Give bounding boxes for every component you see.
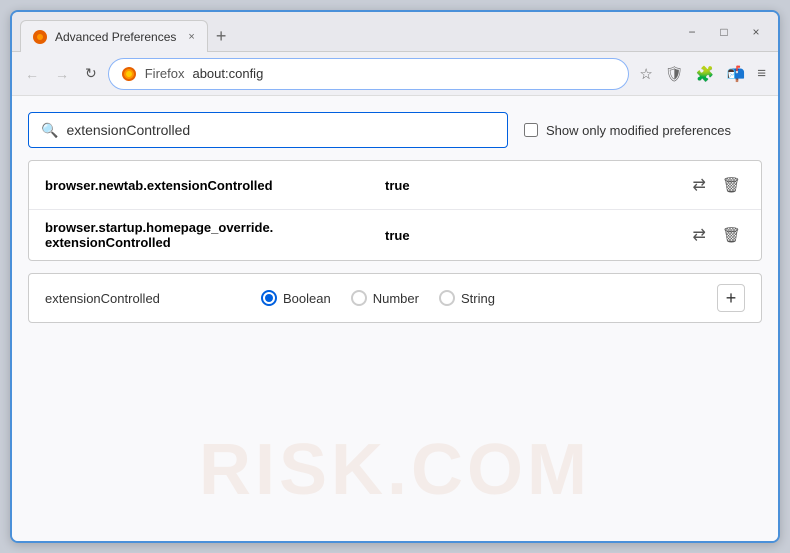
- address-bar[interactable]: Firefox about:config: [108, 58, 630, 90]
- pref-name-1: browser.newtab.extensionControlled: [45, 178, 385, 193]
- swap-icon: ⇄: [693, 225, 706, 245]
- browser-label: Firefox: [145, 66, 185, 81]
- row-actions-2: ⇄ 🗑: [689, 221, 745, 249]
- add-preference-button[interactable]: +: [717, 284, 745, 312]
- radio-boolean-circle: [261, 290, 277, 306]
- radio-string[interactable]: String: [439, 290, 495, 306]
- search-input[interactable]: [66, 122, 495, 138]
- menu-button[interactable]: ≡: [753, 61, 770, 86]
- back-button[interactable]: ←: [20, 61, 44, 87]
- trash-icon: 🗑: [722, 176, 741, 194]
- pref-value-2: true: [385, 228, 689, 243]
- nav-bar: ← → ↻ Firefox about:config ☆ 🛡 🧩 📬: [12, 52, 778, 96]
- page-content: RISK.COM 🔍 Show only modified preference…: [12, 96, 778, 541]
- window-controls: − □ ×: [678, 18, 770, 46]
- firefox-icon-small: [35, 32, 45, 42]
- nav-icons: ☆ 🛡 🧩 📬 ≡: [635, 61, 770, 87]
- search-icon: 🔍: [41, 122, 58, 139]
- radio-number-label: Number: [373, 291, 419, 306]
- sync-button[interactable]: 📬: [723, 61, 750, 87]
- swap-button-2[interactable]: ⇄: [689, 221, 710, 249]
- show-modified-checkbox[interactable]: [524, 123, 538, 137]
- tab-close-button[interactable]: ×: [188, 31, 194, 43]
- radio-string-circle: [439, 290, 455, 306]
- title-bar: Advanced Preferences × + − □ ×: [12, 12, 778, 52]
- shield-button[interactable]: 🛡: [661, 61, 688, 87]
- tab-title: Advanced Preferences: [55, 30, 176, 44]
- firefox-logo-icon: [121, 66, 137, 82]
- watermark: RISK.COM: [199, 429, 591, 511]
- search-section: 🔍 Show only modified preferences: [28, 112, 762, 148]
- forward-button[interactable]: →: [50, 61, 74, 87]
- swap-button-1[interactable]: ⇄: [689, 171, 710, 199]
- row-actions-1: ⇄ 🗑: [689, 171, 745, 199]
- radio-number-circle: [351, 290, 367, 306]
- delete-button-2[interactable]: 🗑: [718, 222, 745, 248]
- minimize-button[interactable]: −: [678, 18, 706, 46]
- radio-boolean[interactable]: Boolean: [261, 290, 331, 306]
- close-button[interactable]: ×: [742, 18, 770, 46]
- tab-favicon: [33, 30, 47, 44]
- new-pref-name: extensionControlled: [45, 291, 245, 306]
- trash-icon: 🗑: [722, 226, 741, 244]
- delete-button-1[interactable]: 🗑: [718, 172, 745, 198]
- table-row[interactable]: browser.startup.homepage_override. exten…: [29, 210, 761, 260]
- preference-search-bar[interactable]: 🔍: [28, 112, 508, 148]
- extension-icon: 🧩: [696, 65, 715, 83]
- maximize-button[interactable]: □: [710, 18, 738, 46]
- tab-area: Advanced Preferences × +: [20, 12, 678, 51]
- swap-icon: ⇄: [693, 175, 706, 195]
- show-modified-text: Show only modified preferences: [546, 123, 731, 138]
- refresh-button[interactable]: ↻: [80, 60, 102, 87]
- radio-string-label: String: [461, 291, 495, 306]
- address-text: about:config: [192, 66, 616, 81]
- browser-window: Advanced Preferences × + − □ × ← → ↻ Fir…: [10, 10, 780, 543]
- add-preference-row: extensionControlled Boolean Number Strin…: [28, 273, 762, 323]
- active-tab[interactable]: Advanced Preferences ×: [20, 20, 208, 52]
- new-tab-button[interactable]: +: [208, 22, 235, 51]
- results-table: browser.newtab.extensionControlled true …: [28, 160, 762, 261]
- pref-value-1: true: [385, 178, 689, 193]
- show-modified-label[interactable]: Show only modified preferences: [524, 123, 731, 138]
- menu-icon: ≡: [757, 65, 766, 82]
- pref-name-2: browser.startup.homepage_override. exten…: [45, 220, 385, 250]
- extension-button[interactable]: 🧩: [692, 61, 719, 87]
- sync-icon: 📬: [727, 65, 746, 83]
- radio-number[interactable]: Number: [351, 290, 419, 306]
- bookmark-icon: ☆: [639, 65, 652, 83]
- table-row[interactable]: browser.newtab.extensionControlled true …: [29, 161, 761, 210]
- bookmark-button[interactable]: ☆: [635, 61, 656, 87]
- shield-icon: 🛡: [665, 65, 684, 83]
- type-radio-group: Boolean Number String: [261, 290, 701, 306]
- radio-boolean-label: Boolean: [283, 291, 331, 306]
